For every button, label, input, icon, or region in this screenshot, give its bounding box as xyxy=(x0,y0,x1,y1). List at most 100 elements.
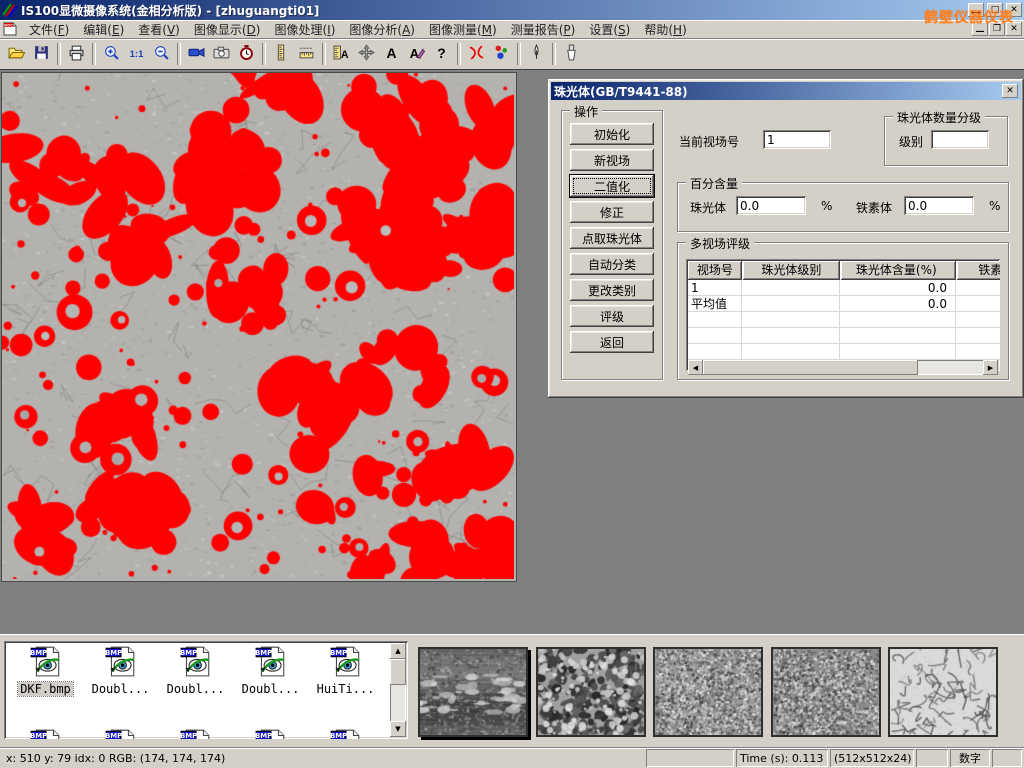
pen-button[interactable] xyxy=(524,42,549,66)
file-item[interactable]: BMP xyxy=(233,727,308,739)
file-item[interactable]: BMP xyxy=(8,727,83,739)
return-button[interactable]: 返回 xyxy=(570,331,654,353)
grade-button[interactable]: 评级 xyxy=(570,305,654,327)
auto-classify-button[interactable]: 自动分类 xyxy=(570,253,654,275)
vscroll-thumb[interactable] xyxy=(390,659,406,685)
table-row[interactable]: 平均值0.0 xyxy=(688,296,1000,312)
multi-field-group: 多视场评级 视场号珠光体级别珠光体含量(%)铁素体10.0平均值0.0 ◀ ▶ xyxy=(677,242,1009,380)
file-vscrollbar[interactable]: ▲ ▼ xyxy=(390,643,406,737)
help-button[interactable]: ? xyxy=(429,42,454,66)
save-button[interactable] xyxy=(29,42,54,66)
zoom-out-button[interactable] xyxy=(149,42,174,66)
init-button[interactable]: 初始化 xyxy=(570,123,654,145)
micrograph-thumbnail[interactable] xyxy=(653,647,763,737)
new-field-button[interactable]: 新视场 xyxy=(570,149,654,171)
timer-icon xyxy=(238,44,255,64)
micrograph-image[interactable] xyxy=(1,72,517,582)
menu-measure-report[interactable]: 测量报告(P) xyxy=(504,20,583,39)
hscroll-thumb[interactable] xyxy=(703,360,918,375)
menu-image-processing[interactable]: 图像处理(I) xyxy=(267,20,342,39)
camera-button[interactable] xyxy=(209,42,234,66)
flashlight-button[interactable] xyxy=(559,42,584,66)
scroll-left-button[interactable]: ◀ xyxy=(688,360,703,375)
micrograph-thumbnail[interactable] xyxy=(888,647,998,737)
correct-button[interactable]: 修正 xyxy=(570,201,654,223)
file-name: Doubl... xyxy=(90,682,152,696)
mdi-close-button[interactable]: ✕ xyxy=(1006,22,1022,36)
micrograph-thumbnail[interactable] xyxy=(771,647,881,737)
binarize-button[interactable]: 二值化 xyxy=(570,175,654,197)
pearlite-percent-input[interactable] xyxy=(736,196,806,215)
measure-text-button[interactable]: A xyxy=(329,42,354,66)
scroll-down-button[interactable]: ▼ xyxy=(390,721,406,737)
menu-file[interactable]: 文件(F) xyxy=(22,20,76,39)
move-button[interactable] xyxy=(354,42,379,66)
menu-settings[interactable]: 设置(S) xyxy=(582,20,637,39)
micrograph-thumbnail[interactable] xyxy=(418,647,528,737)
annotate-button[interactable]: A xyxy=(404,42,429,66)
ferrite-percent-input[interactable] xyxy=(904,196,974,215)
menu-help[interactable]: 帮助(H) xyxy=(637,20,693,39)
menu-edit[interactable]: 编辑(E) xyxy=(76,20,131,39)
text-button[interactable]: A xyxy=(379,42,404,66)
actual-size-button[interactable]: 1:1 xyxy=(124,42,149,66)
document-icon[interactable]: DOC xyxy=(2,21,18,37)
file-item[interactable]: BMPDKF.bmp xyxy=(8,644,83,696)
ruler-button[interactable] xyxy=(294,42,319,66)
svg-text:BMP: BMP xyxy=(105,649,122,657)
maximize-button[interactable]: □ xyxy=(987,3,1003,17)
table-row[interactable] xyxy=(688,312,1000,328)
table-header[interactable]: 珠光体级别 xyxy=(743,261,840,280)
file-browser[interactable]: BMPDKF.bmpBMPDoubl...BMPDoubl...BMPDoubl… xyxy=(4,641,408,739)
pick-pearlite-button[interactable]: 点取珠光体 xyxy=(570,227,654,249)
micrograph-thumbnail[interactable] xyxy=(536,647,646,737)
svg-text:BMP: BMP xyxy=(180,649,197,657)
menu-image-display[interactable]: 图像显示(D) xyxy=(187,20,268,39)
mdi-restore-button[interactable]: ❐ xyxy=(989,22,1005,36)
file-item[interactable]: BMPDoubl... xyxy=(158,644,233,696)
phase-particles-button[interactable] xyxy=(489,42,514,66)
open-button[interactable] xyxy=(4,42,29,66)
change-class-button[interactable]: 更改类别 xyxy=(570,279,654,301)
vscroll-track[interactable] xyxy=(390,685,406,721)
timer-button[interactable] xyxy=(234,42,259,66)
table-row[interactable]: 10.0 xyxy=(688,280,1000,296)
caliper-button[interactable] xyxy=(269,42,294,66)
scroll-right-button[interactable]: ▶ xyxy=(983,360,998,375)
table-header[interactable]: 铁素体 xyxy=(957,261,1000,280)
table-row[interactable] xyxy=(688,344,1000,360)
close-button[interactable]: ✕ xyxy=(1006,3,1022,17)
minimize-button[interactable]: — xyxy=(968,3,984,17)
current-field-input[interactable] xyxy=(763,130,831,149)
file-item[interactable]: BMP xyxy=(83,727,158,739)
file-item[interactable]: BMP xyxy=(308,727,383,739)
file-item[interactable]: BMP xyxy=(158,727,233,739)
menu-image-measure[interactable]: 图像测量(M) xyxy=(422,20,504,39)
menu-view[interactable]: 查看(V) xyxy=(131,20,187,39)
app-window: IS100显微摄像系统(金相分析版) - [zhuguangti01] — □ … xyxy=(0,0,1024,768)
dialog-close-button[interactable]: ✕ xyxy=(1002,84,1018,98)
table-header[interactable]: 视场号 xyxy=(688,261,742,280)
svg-text:BMP: BMP xyxy=(330,732,347,739)
table-header[interactable]: 珠光体含量(%) xyxy=(841,261,956,280)
mdi-minimize-button[interactable]: — xyxy=(972,22,988,36)
grade-level-input[interactable] xyxy=(931,130,989,149)
annotate-icon: A xyxy=(408,44,425,64)
table-cell: 平均值 xyxy=(688,296,742,312)
hscroll-track[interactable] xyxy=(918,360,983,375)
zoom-in-button[interactable] xyxy=(99,42,124,66)
curve-tool-button[interactable] xyxy=(464,42,489,66)
scroll-up-button[interactable]: ▲ xyxy=(390,643,406,659)
svg-text:A: A xyxy=(341,49,349,61)
file-item[interactable]: BMPDoubl... xyxy=(233,644,308,696)
video-camera-button[interactable] xyxy=(184,42,209,66)
grading-table[interactable]: 视场号珠光体级别珠光体含量(%)铁素体10.0平均值0.0 xyxy=(686,259,1000,371)
menu-image-analysis[interactable]: 图像分析(A) xyxy=(342,20,422,39)
table-hscrollbar[interactable]: ◀ ▶ xyxy=(688,360,998,375)
dialog-title-bar[interactable]: 珠光体(GB/T9441-88) ✕ xyxy=(551,82,1021,100)
print-button[interactable] xyxy=(64,42,89,66)
file-item[interactable]: BMP Doubl... xyxy=(83,644,158,696)
table-row[interactable] xyxy=(688,328,1000,344)
status-empty-2 xyxy=(916,749,948,767)
file-item[interactable]: BMPHuiTi... xyxy=(308,644,383,696)
